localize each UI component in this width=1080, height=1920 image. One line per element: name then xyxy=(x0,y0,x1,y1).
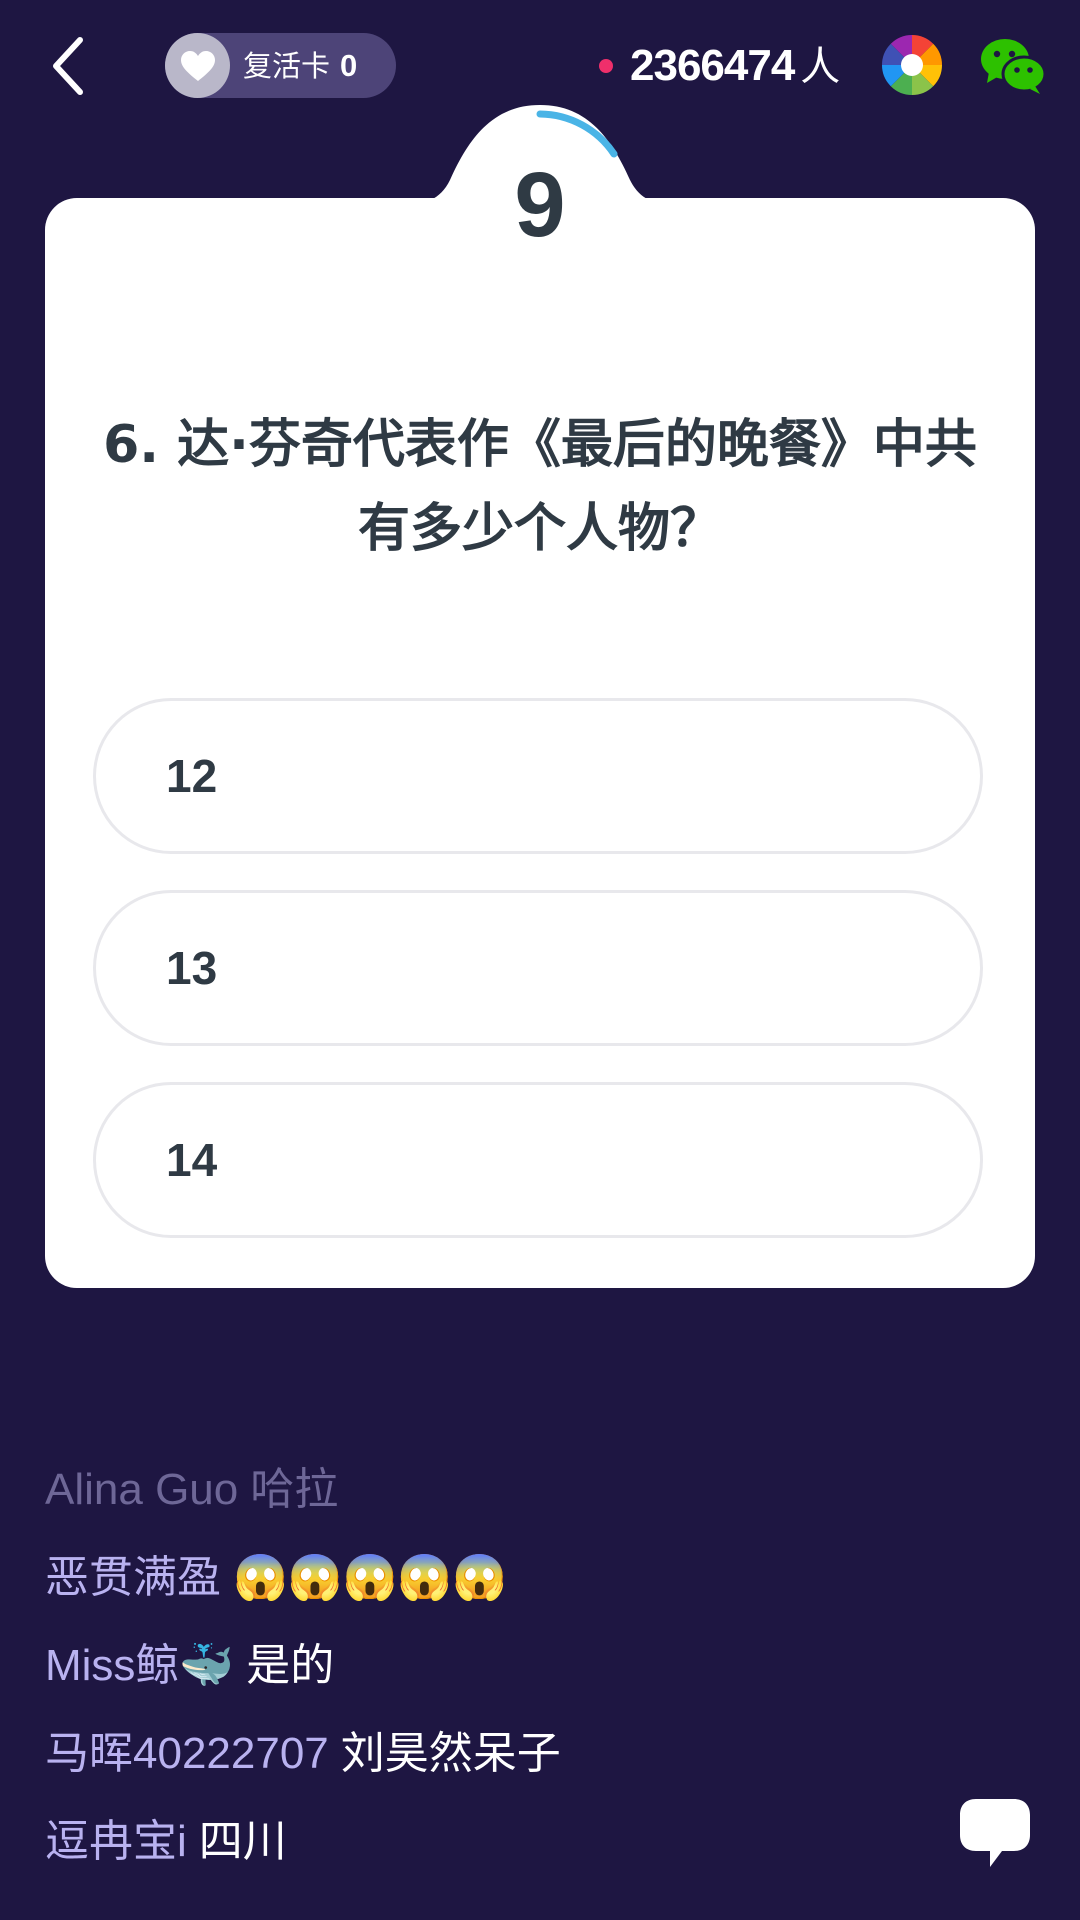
chat-message: 马晖40222707 刘昊然呆子 xyxy=(45,1719,925,1807)
chat-message: Alina Guo 哈拉 xyxy=(45,1455,925,1543)
moments-icon[interactable] xyxy=(880,33,944,97)
chat-username: Miss鲸🐳 xyxy=(45,1641,235,1690)
chat-text: 是的 xyxy=(246,1641,335,1690)
back-icon[interactable] xyxy=(44,30,96,102)
chat-text: 四川 xyxy=(198,1817,287,1866)
revive-card-count: 0 xyxy=(340,48,358,83)
chat-feed: Alina Guo 哈拉 恶贯满盈 😱😱😱😱😱 Miss鲸🐳 是的 马晖4022270… xyxy=(45,1455,925,1895)
chat-bubble-icon[interactable] xyxy=(956,1795,1034,1873)
chat-message: Miss鲸🐳 是的 xyxy=(45,1631,925,1719)
chat-text: 刘昊然呆子 xyxy=(340,1729,561,1778)
chat-message: 恶贯满盈 😱😱😱😱😱 xyxy=(45,1543,925,1631)
chat-username: Alina Guo xyxy=(45,1465,239,1514)
chat-username: 逗冉宝i xyxy=(45,1817,187,1866)
heart-icon xyxy=(165,33,230,98)
live-indicator-dot xyxy=(599,59,613,73)
wechat-icon[interactable] xyxy=(980,36,1047,96)
countdown-timer: 9 xyxy=(514,154,566,256)
answer-option-3[interactable]: 14 xyxy=(93,1082,983,1238)
viewer-count-unit: 人 xyxy=(800,44,840,90)
question-text: 6. 达·芬奇代表作《最后的晚餐》中共有多少个人物？ xyxy=(103,415,977,559)
chat-text: 哈拉 xyxy=(250,1465,339,1514)
viewer-count-number: 2366474 xyxy=(630,41,795,90)
answer-option-label: 14 xyxy=(166,1134,218,1186)
question-card: 6. 达·芬奇代表作《最后的晚餐》中共有多少个人物？ 12 13 14 xyxy=(45,198,1035,1288)
chat-username: 恶贯满盈 xyxy=(45,1553,221,1602)
revive-card-text: 复活卡 xyxy=(243,49,331,83)
chat-username: 马晖40222707 xyxy=(45,1729,329,1778)
revive-card-badge[interactable]: 复活卡 0 xyxy=(165,33,396,98)
revive-card-label: 复活卡 0 xyxy=(243,33,357,98)
answer-option-label: 12 xyxy=(166,750,218,802)
chat-message: 逗冉宝i 四川 xyxy=(45,1807,925,1895)
answer-option-1[interactable]: 12 xyxy=(93,698,983,854)
answer-option-label: 13 xyxy=(166,942,218,994)
answer-option-2[interactable]: 13 xyxy=(93,890,983,1046)
chat-text: 😱😱😱😱😱 xyxy=(233,1553,507,1602)
viewer-count: 2366474 人 xyxy=(630,36,840,96)
